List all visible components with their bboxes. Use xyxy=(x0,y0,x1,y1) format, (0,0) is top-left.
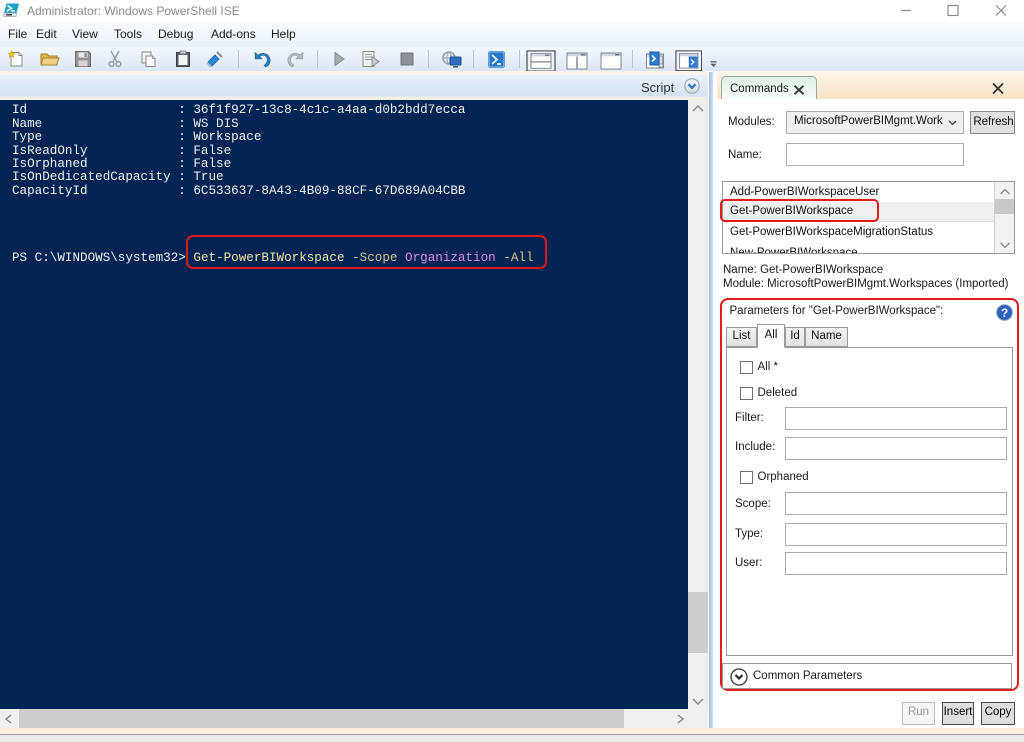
svg-text:?: ? xyxy=(1000,306,1007,320)
